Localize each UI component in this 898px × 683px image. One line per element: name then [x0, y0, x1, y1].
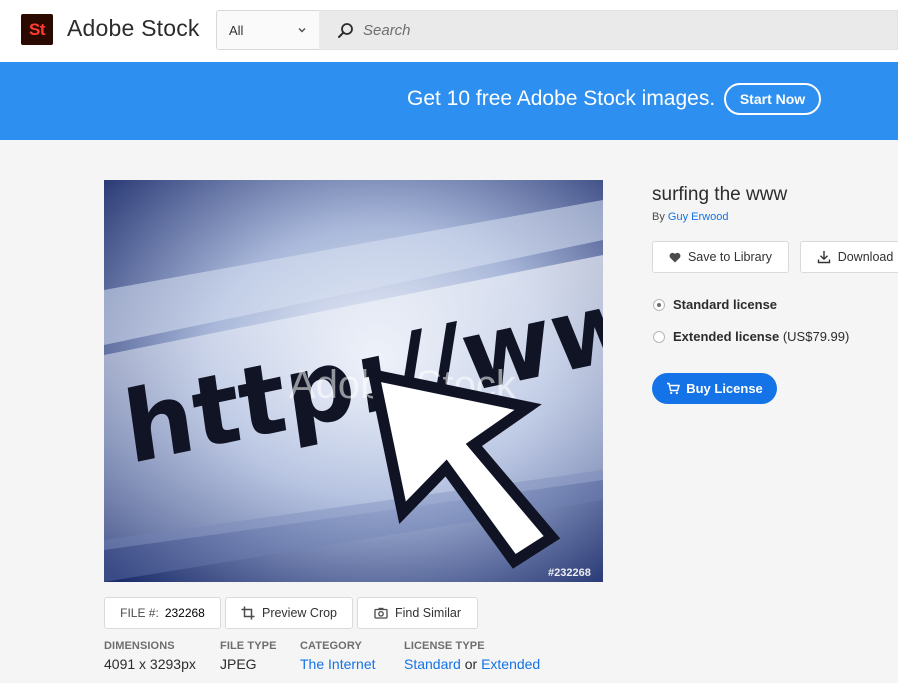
heart-icon	[669, 252, 681, 262]
asset-byline: By Guy Erwood	[652, 211, 728, 223]
filter-selected-value: All	[229, 23, 244, 38]
category-heading: CATEGORY	[300, 640, 362, 652]
file-number-value: 232268	[164, 606, 205, 620]
download-button[interactable]: Download	[800, 241, 898, 273]
photo-illustration: http://www Adobe Stock #232268	[104, 180, 603, 582]
extended-license-price: (US$79.99)	[782, 329, 850, 344]
download-icon	[817, 251, 830, 264]
save-to-library-label: Save to Library	[687, 250, 773, 264]
standard-license-link[interactable]: Standard	[404, 656, 461, 672]
find-similar-label: Find Similar	[395, 606, 461, 620]
file-type-value: JPEG	[220, 656, 257, 672]
extended-license-radio[interactable]	[653, 330, 665, 343]
extended-license-label-group: Extended license (US$79.99)	[673, 329, 849, 344]
extended-license-label: Extended license	[673, 329, 780, 344]
extended-license-link[interactable]: Extended	[481, 656, 540, 672]
meta-file-type: FILE TYPE JPEG	[220, 640, 277, 672]
category-value: The Internet	[300, 656, 376, 672]
asset-title: surfing the www	[652, 184, 788, 205]
photo-id-tag: #232268	[548, 567, 591, 579]
standard-license-label: Standard license	[673, 297, 778, 312]
dimensions-value: 4091 x 3293px	[104, 656, 196, 672]
meta-license-type: LICENSE TYPE Standard or Extended	[404, 640, 540, 672]
download-label: Download	[837, 250, 894, 264]
top-header: St Adobe Stock All	[0, 0, 898, 62]
license-type-value: Standard or Extended	[404, 656, 540, 672]
file-number-label: FILE #:	[120, 606, 159, 620]
dimensions-heading: DIMENSIONS	[104, 640, 175, 652]
start-now-button[interactable]: Start Now	[724, 83, 821, 115]
category-link[interactable]: The Internet	[300, 656, 376, 672]
preview-crop-button[interactable]: Preview Crop	[225, 597, 353, 629]
brand-name[interactable]: Adobe Stock	[67, 15, 200, 42]
stock-photo-preview[interactable]: http://www Adobe Stock #232268	[104, 180, 603, 582]
search-filter-dropdown[interactable]: All	[216, 10, 320, 50]
buy-license-label: Buy License	[686, 381, 763, 396]
search-bar	[319, 10, 898, 50]
buy-license-button[interactable]: Buy License	[652, 373, 777, 404]
find-similar-button[interactable]: Find Similar	[357, 597, 478, 629]
standard-license-radio[interactable]	[653, 298, 665, 311]
meta-category: CATEGORY The Internet	[300, 640, 376, 672]
standard-license-option[interactable]: Standard license	[653, 297, 777, 312]
adobe-stock-logo[interactable]: St	[21, 14, 53, 45]
search-icon[interactable]	[337, 22, 354, 39]
cart-icon	[667, 382, 681, 395]
byline-prefix: By	[652, 211, 665, 223]
preview-crop-label: Preview Crop	[261, 606, 338, 620]
file-number-box: FILE #: 232268	[104, 597, 221, 629]
search-input[interactable]	[363, 11, 863, 49]
promo-text: Get 10 free Adobe Stock images.	[407, 87, 716, 110]
extended-license-option[interactable]: Extended license (US$79.99)	[653, 329, 849, 344]
chevron-down-icon	[298, 28, 306, 33]
license-type-heading: LICENSE TYPE	[404, 640, 485, 652]
file-type-heading: FILE TYPE	[220, 640, 277, 652]
license-or-text: or	[464, 656, 478, 672]
meta-dimensions: DIMENSIONS 4091 x 3293px	[104, 640, 196, 672]
author-link[interactable]: Guy Erwood	[668, 211, 729, 223]
camera-icon	[374, 607, 388, 619]
save-to-library-button[interactable]: Save to Library	[652, 241, 789, 273]
crop-icon	[241, 606, 255, 620]
